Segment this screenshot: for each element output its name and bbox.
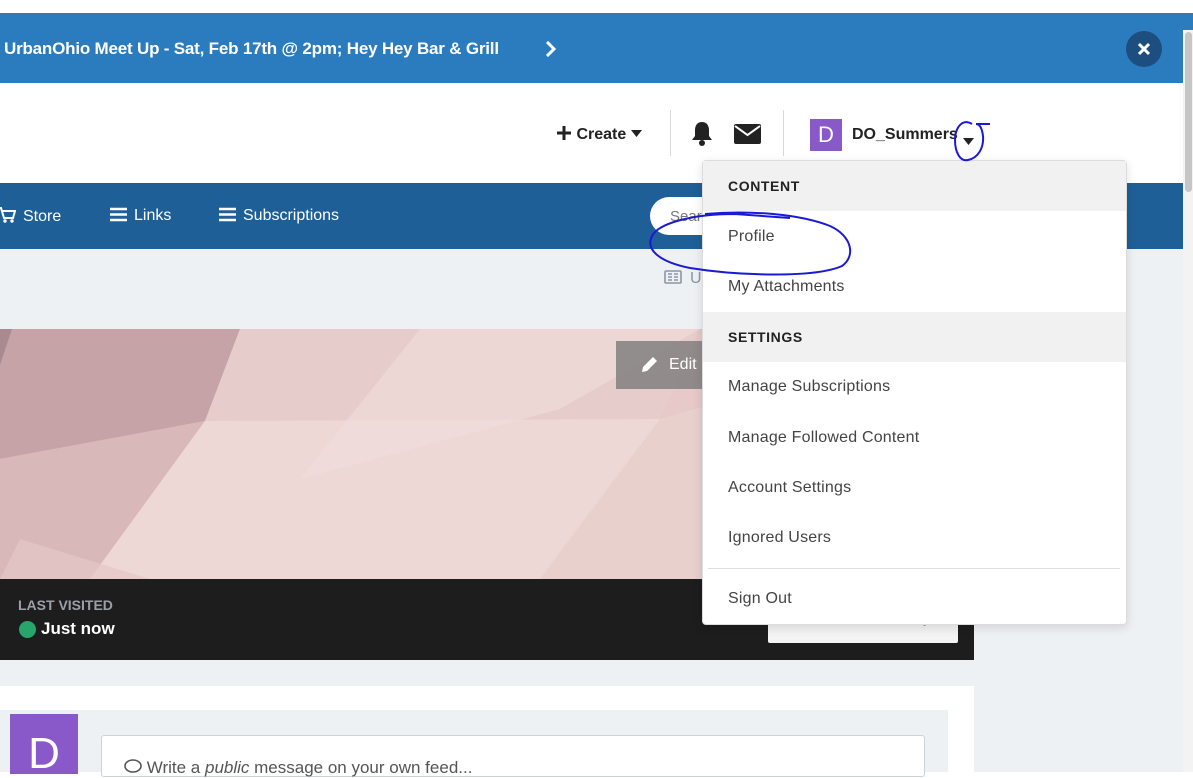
online-status-dot	[19, 621, 36, 638]
bell-icon[interactable]	[690, 120, 714, 151]
caret-down-icon[interactable]	[963, 132, 974, 150]
menu-item-sign-out[interactable]: Sign Out	[728, 590, 792, 608]
announcement-bar[interactable]: UrbanOhio Meet Up - Sat, Feb 17th @ 2pm;…	[0, 13, 1193, 83]
list-icon	[110, 207, 127, 222]
envelope-icon[interactable]	[734, 124, 761, 149]
menu-heading-content: CONTENT	[703, 161, 1126, 211]
menu-item-account-settings[interactable]: Account Settings	[728, 479, 851, 497]
menu-heading-settings: SETTINGS	[703, 312, 1126, 362]
edit-label: Edit	[669, 356, 697, 373]
caret-down-icon	[630, 130, 642, 137]
status-composer[interactable]: Write a public message on your own feed.…	[101, 735, 925, 777]
close-announcement-button[interactable]	[1126, 31, 1162, 67]
close-icon	[1137, 42, 1151, 56]
composer-placeholder: Write a public message on your own feed.…	[124, 758, 472, 778]
menu-item-manage-followed-content[interactable]: Manage Followed Content	[728, 429, 919, 447]
speech-bubble-icon	[124, 759, 142, 773]
user-menu-button[interactable]: DO_Summers	[852, 126, 958, 144]
header-separator	[783, 110, 784, 156]
nav-item-links[interactable]: Links	[110, 207, 171, 225]
menu-item-profile[interactable]: Profile	[728, 228, 775, 246]
nav-item-subscriptions[interactable]: Subscriptions	[219, 207, 339, 225]
create-menu-button[interactable]: Create	[556, 125, 642, 144]
plus-icon	[557, 126, 571, 140]
scrollbar-thumb[interactable]	[1185, 32, 1192, 192]
last-visited-label: LAST VISITED	[18, 597, 113, 613]
cart-icon	[0, 207, 17, 223]
menu-divider	[708, 568, 1120, 569]
feed-avatar: D	[10, 714, 78, 774]
announcement-text[interactable]: UrbanOhio Meet Up - Sat, Feb 17th @ 2pm;…	[4, 39, 499, 59]
profile-tab-icon[interactable]	[664, 270, 682, 289]
pencil-icon	[642, 357, 657, 372]
create-label: Create	[576, 126, 627, 143]
user-dropdown-menu: CONTENT Profile My Attachments SETTINGS …	[702, 160, 1127, 625]
menu-item-my-attachments[interactable]: My Attachments	[728, 278, 845, 296]
nav-item-store[interactable]: Store	[0, 207, 61, 226]
menu-item-manage-subscriptions[interactable]: Manage Subscriptions	[728, 378, 890, 396]
status-feed: D Write a public message on your own fee…	[0, 686, 974, 777]
header-separator	[670, 110, 671, 156]
list-icon	[219, 207, 236, 222]
profile-tab-label[interactable]: U	[690, 270, 702, 288]
user-avatar[interactable]: D	[810, 119, 842, 151]
menu-item-ignored-users[interactable]: Ignored Users	[728, 529, 831, 547]
chevron-right-icon[interactable]	[544, 40, 558, 58]
last-visited-value: Just now	[41, 619, 115, 638]
